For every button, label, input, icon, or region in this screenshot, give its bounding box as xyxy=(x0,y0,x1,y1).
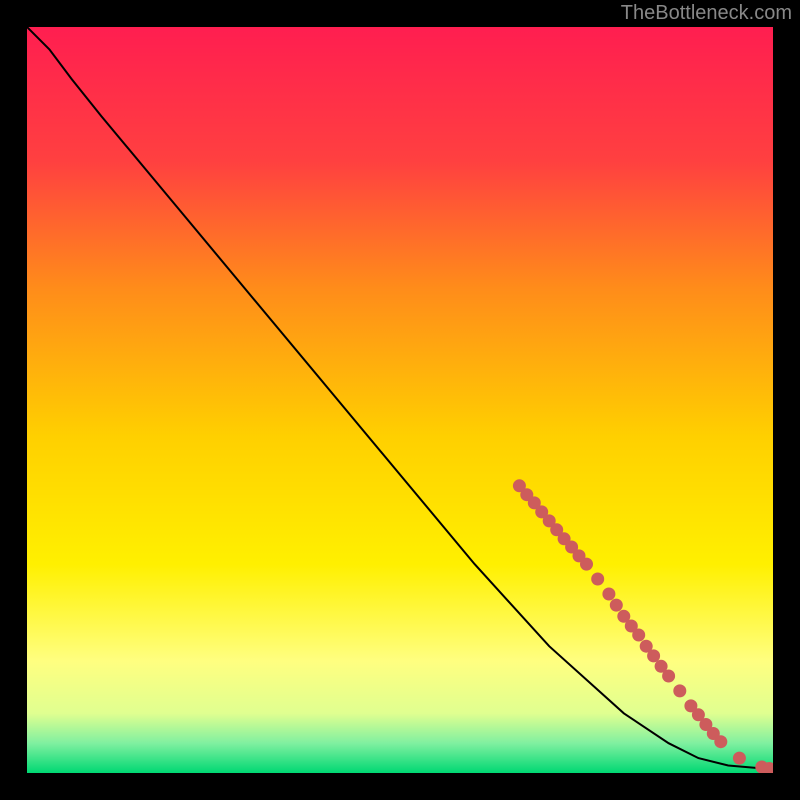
watermark-text: TheBottleneck.com xyxy=(621,2,792,25)
data-point xyxy=(602,588,615,601)
data-point xyxy=(580,558,593,571)
chart-svg xyxy=(27,27,773,773)
data-point xyxy=(662,670,675,683)
data-point xyxy=(632,629,645,642)
data-point xyxy=(610,599,623,612)
chart-container: TheBottleneck.com xyxy=(0,0,800,800)
data-point xyxy=(647,649,660,662)
data-point xyxy=(591,573,604,586)
data-point xyxy=(714,735,727,748)
data-point xyxy=(733,752,746,765)
data-point xyxy=(673,684,686,697)
plot-area xyxy=(27,27,773,773)
